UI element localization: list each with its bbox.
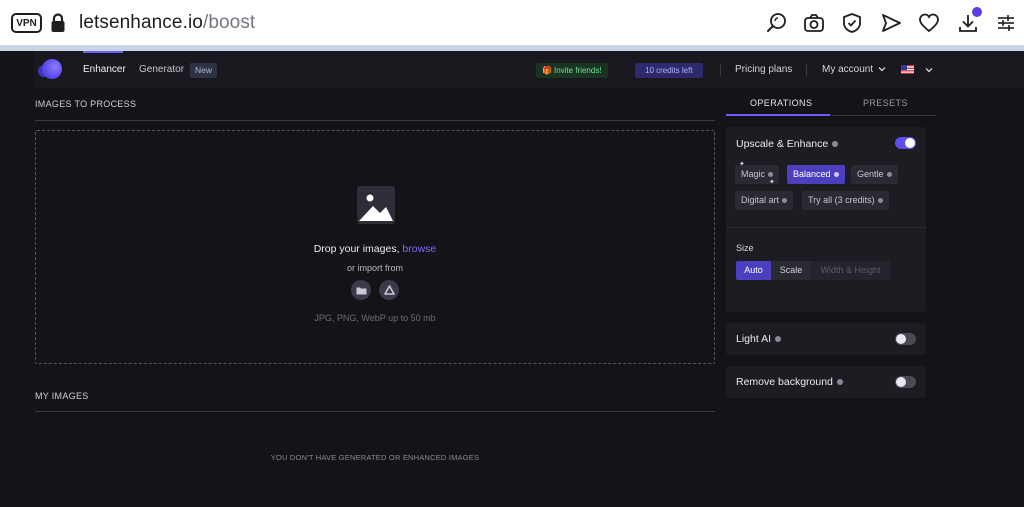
heart-icon[interactable] <box>918 12 940 34</box>
section-divider <box>35 411 715 412</box>
nav-pricing-plans[interactable]: Pricing plans <box>735 64 792 75</box>
mode-magic-label: Magic <box>741 169 766 179</box>
size-scale-option[interactable]: Scale <box>771 261 811 280</box>
info-icon <box>886 172 892 178</box>
mode-try-all-label: Try all (3 credits) <box>808 195 875 205</box>
mode-gentle-label: Gentle <box>857 169 884 179</box>
chevron-down-icon <box>878 67 886 72</box>
app-navbar: Enhancer Generator New 🎁 Invite friends! … <box>34 51 1024 88</box>
language-chevron-down-icon[interactable] <box>925 66 933 74</box>
info-icon <box>768 172 774 178</box>
credits-badge[interactable]: 10 credits left <box>635 63 703 78</box>
size-auto-option[interactable]: Auto <box>736 261 771 280</box>
sparkle-icon: ✦ <box>769 179 775 186</box>
logo-icon[interactable] <box>42 59 62 79</box>
mode-balanced[interactable]: Balanced <box>787 165 845 184</box>
upscale-enhance-card: Upscale & Enhance Magic ✦ ✦ Balanced Gen… <box>726 127 926 312</box>
vpn-badge[interactable]: VPN <box>11 13 42 33</box>
info-icon[interactable] <box>775 336 782 343</box>
nav-active-indicator <box>83 51 123 53</box>
sparkle-icon: ✦ <box>739 161 745 168</box>
folder-icon[interactable] <box>351 280 371 300</box>
download-notification-dot <box>972 7 982 17</box>
tab-active-indicator <box>726 114 830 116</box>
remove-background-label: Remove background <box>736 376 833 388</box>
nav-separator <box>806 64 807 76</box>
upscale-enhance-label: Upscale & Enhance <box>736 138 829 150</box>
url-path: /boost <box>202 12 256 33</box>
images-to-process-title: IMAGES TO PROCESS <box>35 99 137 109</box>
mode-balanced-label: Balanced <box>793 169 831 179</box>
import-from-label: or import from <box>346 263 403 273</box>
browser-toolbar: VPN letsenhance.io/boost <box>0 0 1024 46</box>
nav-generator[interactable]: Generator <box>139 64 184 75</box>
light-ai-toggle[interactable] <box>895 333 916 345</box>
remove-background-toggle[interactable] <box>895 376 916 388</box>
google-drive-icon[interactable] <box>379 280 399 300</box>
nav-my-account[interactable]: My account <box>822 64 886 75</box>
url-domain: letsenhance.io <box>79 12 203 33</box>
image-placeholder-icon <box>357 186 395 224</box>
info-icon[interactable] <box>832 141 839 148</box>
lock-icon <box>51 13 65 32</box>
gift-icon: 🎁 <box>542 66 552 75</box>
size-width-height-option: Width & Height <box>811 261 890 280</box>
section-divider <box>35 120 715 121</box>
card-divider <box>726 227 926 228</box>
shield-check-icon[interactable] <box>841 12 863 34</box>
search-icon[interactable] <box>765 12 787 34</box>
browse-link[interactable]: browse <box>402 243 436 255</box>
settings-sliders-icon[interactable] <box>995 12 1017 34</box>
new-badge: New <box>190 63 218 78</box>
upscale-enhance-toggle[interactable] <box>895 137 916 149</box>
drop-prefix: Drop your images, <box>313 243 400 255</box>
remove-background-card: Remove background <box>726 366 926 398</box>
us-flag-icon[interactable] <box>901 65 914 74</box>
light-ai-card: Light AI <box>726 323 926 355</box>
toggle-knob <box>896 377 906 387</box>
tab-operations[interactable]: OPERATIONS <box>750 98 812 108</box>
info-icon[interactable] <box>836 379 843 386</box>
drop-instructions: Drop your images, browse <box>36 243 714 255</box>
mode-digital-art-label: Digital art <box>741 195 780 205</box>
mode-try-all[interactable]: Try all (3 credits) <box>802 191 889 210</box>
tab-presets[interactable]: PRESETS <box>863 98 908 108</box>
mode-gentle[interactable]: Gentle <box>851 165 898 184</box>
invite-friends-button[interactable]: 🎁 Invite friends! <box>536 63 608 78</box>
invite-label: Invite friends! <box>553 66 602 75</box>
size-label: Size <box>736 243 754 253</box>
light-ai-label: Light AI <box>736 333 772 345</box>
mode-digital-art[interactable]: Digital art <box>735 191 794 210</box>
info-icon <box>782 198 788 204</box>
image-dropzone[interactable]: Drop your images, browse or import from … <box>35 130 715 364</box>
upscale-enhance-title: Upscale & Enhance <box>736 138 839 150</box>
remove-background-title: Remove background <box>736 376 843 388</box>
send-icon[interactable] <box>880 12 902 34</box>
account-label: My account <box>822 64 874 75</box>
info-icon <box>833 172 839 178</box>
toggle-knob <box>905 138 915 148</box>
info-icon <box>877 198 883 204</box>
download-icon[interactable] <box>957 7 982 34</box>
empty-state-text: YOU DON'T HAVE GENERATED OR ENHANCED IMA… <box>270 453 480 462</box>
toggle-knob <box>896 334 906 344</box>
my-images-title: MY IMAGES <box>35 391 89 401</box>
nav-separator <box>720 64 721 76</box>
supported-formats: JPG, PNG, WebP up to 50 mb <box>314 313 436 323</box>
camera-icon[interactable] <box>803 12 825 34</box>
nav-enhancer[interactable]: Enhancer <box>83 64 126 75</box>
address-bar-url[interactable]: letsenhance.io/boost <box>79 12 255 34</box>
tab-divider <box>830 115 936 116</box>
light-ai-title: Light AI <box>736 333 782 345</box>
